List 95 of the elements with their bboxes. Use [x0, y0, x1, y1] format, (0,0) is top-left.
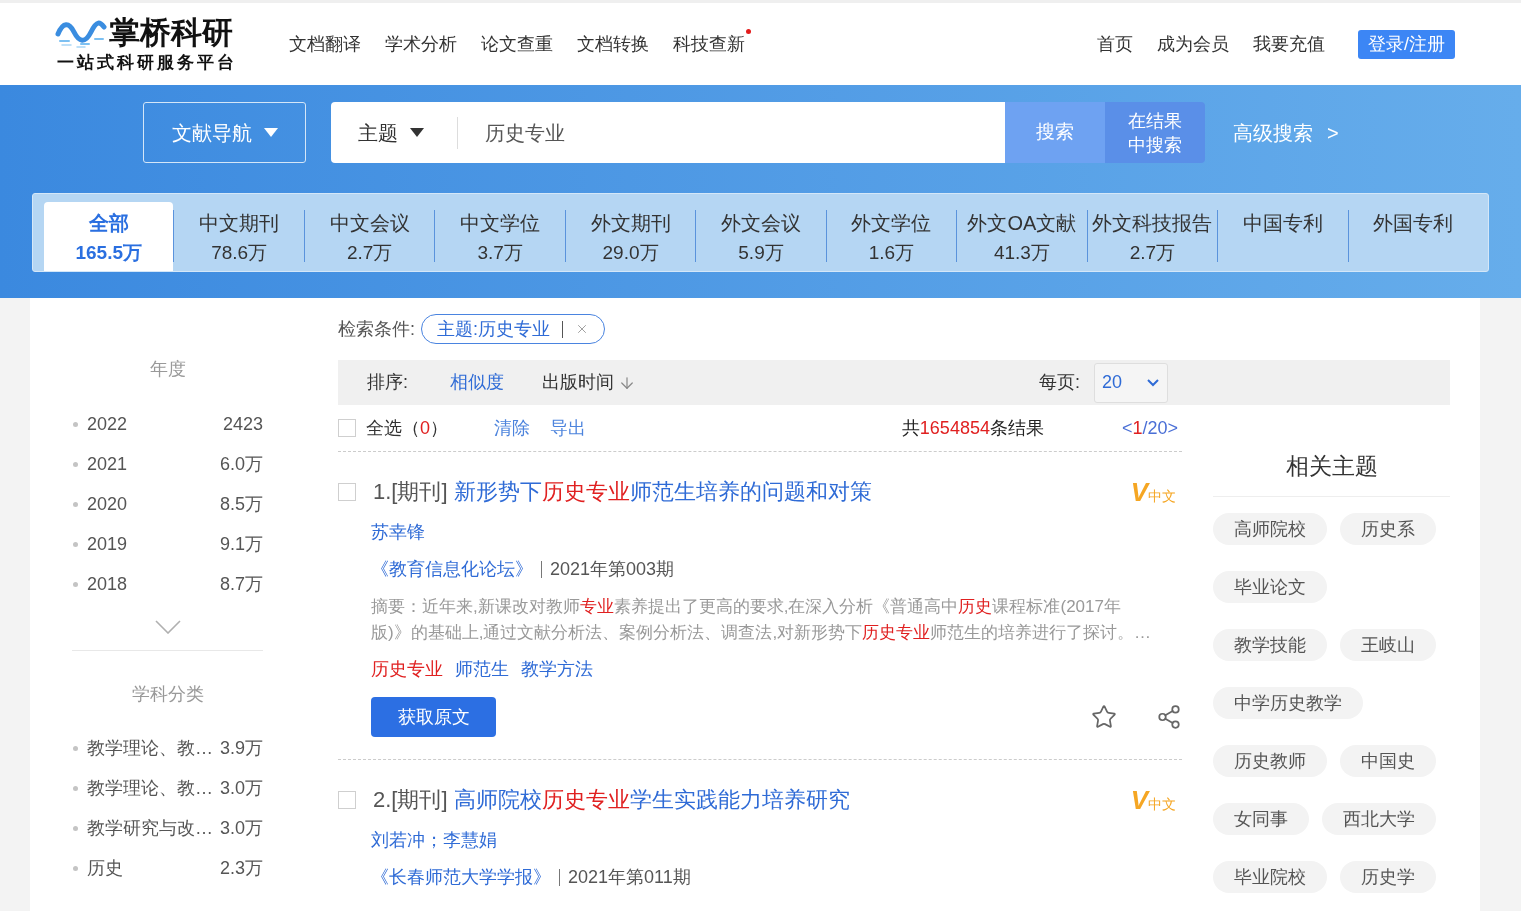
facet-count: 8.7万	[219, 572, 263, 596]
related-topics-title: 相关主题	[1285, 452, 1378, 480]
category-tab[interactable]: 中国专利	[1218, 202, 1348, 271]
checkbox[interactable]	[338, 483, 356, 501]
select-all-label[interactable]: 全选（0）	[366, 414, 448, 442]
nav-link[interactable]: 文档转换	[577, 31, 649, 57]
facet-label[interactable]: 教学理论、教…	[87, 774, 213, 802]
result-title[interactable]: 高师院校历史专业学生实践能力培养研究	[453, 784, 850, 816]
category-tab[interactable]: 外文期刊 29.0万	[565, 202, 696, 271]
facet-count: 2.3万	[219, 856, 263, 880]
category-tab[interactable]: 外文科技报告 2.7万	[1087, 202, 1218, 271]
caret-down-icon	[263, 128, 278, 137]
caret-down-icon	[410, 128, 424, 137]
topic-tag[interactable]: 历史教师	[1213, 745, 1327, 777]
facet-label[interactable]: 教学研究与改…	[87, 814, 213, 842]
facet-label[interactable]: 教学理论、教…	[87, 734, 213, 762]
category-tab[interactable]: 中文学位 3.7万	[435, 202, 565, 271]
keyword-link[interactable]: 历史专业	[371, 655, 443, 683]
topic-tag[interactable]: 中学历史教学	[1213, 687, 1363, 719]
facet-count: 9.1万	[219, 532, 263, 556]
topic-tag[interactable]: 教学技能	[1213, 629, 1327, 661]
nav-link[interactable]: 科技查新	[673, 31, 745, 57]
facet-label[interactable]: 2020	[87, 490, 128, 518]
share-icon[interactable]	[1156, 704, 1182, 730]
facet-count: 3.9万	[219, 736, 263, 760]
sort-option[interactable]: 出版时间	[542, 369, 636, 396]
result-count-text: 共1654854条结果	[901, 416, 1044, 440]
checkbox[interactable]	[338, 791, 356, 809]
category-tab[interactable]: 中文期刊 78.6万	[174, 202, 304, 271]
result-index: 2.[期刊]	[373, 786, 448, 814]
abstract-text: 摘要：近年来,新课改对教师专业素养提出了更高的要求,在深入分析《普通高中历史课程标准(2017年版)》的基础上,通过文献分析法、案例分析法、调查法,对新形势下历史专业师范生的培养进行了探讨。…	[371, 596, 1153, 644]
language-label: V中文	[1130, 787, 1176, 813]
topic-tag[interactable]: 毕业院校	[1213, 861, 1327, 893]
logo-slogan: 一站式科研服务平台	[57, 51, 237, 73]
star-icon[interactable]	[1091, 704, 1117, 730]
facet-label[interactable]: 2019	[87, 530, 128, 558]
filter-label: 检索条件:	[338, 317, 415, 341]
topic-tag[interactable]: 女同事	[1213, 803, 1309, 835]
facet-title: 学科分类	[131, 683, 204, 706]
facet-count: 3.0万	[219, 816, 263, 840]
per-page-select[interactable]: 20	[1094, 362, 1168, 403]
pagination-link[interactable]: <1/20>	[1121, 414, 1178, 442]
keyword-link[interactable]: 师范生	[455, 655, 509, 683]
header-link[interactable]: 首页	[1097, 31, 1133, 57]
journal-link[interactable]: 《长春师范大学学报》	[371, 863, 551, 891]
facet-count: 3.0万	[219, 776, 263, 800]
result-index: 1.[期刊]	[373, 478, 448, 506]
facet-count: 2423	[222, 412, 263, 436]
search-input[interactable]: 历史专业	[485, 117, 1005, 148]
category-tab[interactable]: 外文OA文献 41.3万	[957, 202, 1087, 271]
nav-link[interactable]: 文档翻译	[289, 31, 361, 57]
get-fulltext-button[interactable]: 获取原文	[371, 697, 496, 737]
toolbar-link[interactable]: 清除	[494, 414, 530, 442]
facet-count: 6.0万	[219, 452, 263, 476]
chevron-down-icon[interactable]	[154, 620, 181, 634]
nav-link[interactable]: 学术分析	[385, 31, 457, 57]
logo-name: 掌桥科研	[109, 15, 233, 51]
search-field-dropdown[interactable]: 主题	[358, 117, 424, 148]
header-link[interactable]: 我要充值	[1253, 31, 1325, 57]
sort-label: 排序:	[367, 371, 408, 394]
category-tab[interactable]: 外文学位 1.6万	[826, 202, 957, 271]
login-button[interactable]: 登录/注册	[1358, 29, 1455, 59]
facet-label[interactable]: 2021	[87, 450, 128, 478]
category-tab[interactable]: 外国专利	[1348, 202, 1478, 271]
topic-tag[interactable]: 西北大学	[1322, 803, 1436, 835]
per-page-label: 每页:	[1039, 371, 1080, 394]
topic-tag[interactable]: 高师院校	[1213, 513, 1327, 545]
facet-count: 8.5万	[219, 492, 263, 516]
header-link[interactable]: 成为会员	[1157, 31, 1229, 57]
topic-tag[interactable]: 历史系	[1340, 513, 1436, 545]
topic-tag[interactable]: 王岐山	[1340, 629, 1436, 661]
topic-tag[interactable]: 中国史	[1340, 745, 1436, 777]
nav-link[interactable]: 论文查重	[481, 31, 553, 57]
category-tab[interactable]: 全部 165.5万	[44, 202, 174, 271]
journal-link[interactable]: 《教育信息化论坛》	[371, 555, 533, 583]
facet-label[interactable]: 2018	[87, 570, 128, 598]
facet-label[interactable]: 历史	[87, 854, 123, 882]
topic-tag[interactable]: 毕业论文	[1213, 571, 1327, 603]
facet-label[interactable]: 2022	[87, 410, 128, 438]
sort-option[interactable]: 相似度	[450, 369, 504, 396]
chevron-down-icon	[1147, 378, 1159, 387]
search-field[interactable]: 主题 历史专业	[331, 102, 1005, 163]
language-label: V中文	[1130, 479, 1176, 505]
facet-title: 年度	[149, 358, 186, 381]
toolbar-link[interactable]: 导出	[550, 414, 586, 442]
author-link[interactable]: 苏幸锋	[371, 518, 425, 546]
author-link[interactable]: 刘若冲；李慧娟	[371, 826, 497, 854]
keyword-link[interactable]: 教学方法	[521, 655, 593, 683]
issue-text: 2021年第003期	[550, 557, 675, 581]
result-title[interactable]: 新形势下历史专业师范生培养的问题和对策	[453, 476, 872, 508]
category-tab[interactable]: 外文会议 5.9万	[696, 202, 826, 271]
checkbox[interactable]	[338, 419, 356, 437]
issue-text: 2021年第011期	[568, 865, 691, 889]
topic-tag[interactable]: 历史学	[1340, 861, 1436, 893]
category-tab[interactable]: 中文会议 2.7万	[304, 202, 435, 271]
